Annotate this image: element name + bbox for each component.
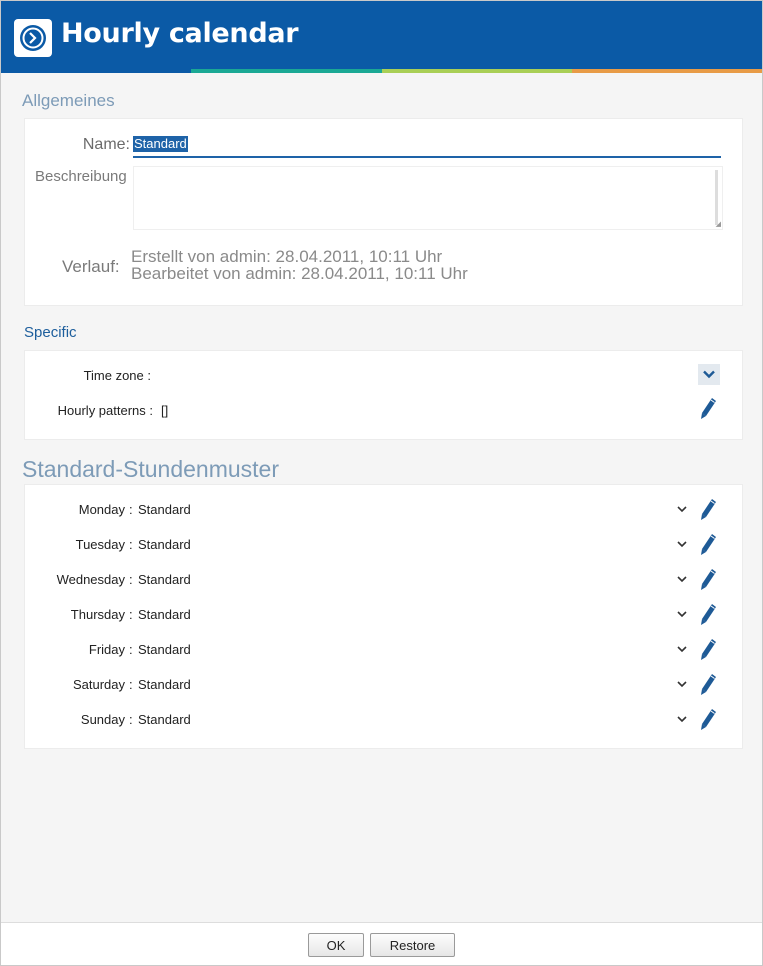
pencil-icon[interactable] [700, 707, 718, 731]
restore-button[interactable]: Restore [370, 933, 455, 957]
day-label: Tuesday [75, 537, 125, 552]
day-pattern-value[interactable]: Standard [138, 502, 191, 517]
day-row-monday: Monday : Standard [25, 492, 742, 527]
day-colon: : [129, 712, 133, 727]
section-title-default-patterns: Standard-Stundenmuster [22, 456, 279, 482]
day-label: Sunday [80, 712, 125, 727]
name-input[interactable]: Standard [133, 134, 721, 158]
dialog-header: Hourly calendar [1, 1, 762, 69]
chevron-down-icon[interactable] [677, 611, 687, 618]
day-pattern-value[interactable]: Standard [138, 642, 191, 657]
clock-icon [14, 19, 52, 57]
day-colon: : [129, 642, 133, 657]
pencil-icon[interactable] [700, 497, 718, 521]
chevron-down-icon[interactable] [677, 506, 687, 513]
time-zone-dropdown[interactable] [698, 364, 720, 385]
description-textarea[interactable]: ◢ [133, 166, 723, 230]
ok-button[interactable]: OK [308, 933, 364, 957]
day-pattern-value[interactable]: Standard [138, 677, 191, 692]
day-colon: : [129, 607, 133, 622]
day-row-friday: Friday : Standard [25, 632, 742, 667]
day-row-saturday: Saturday : Standard [25, 667, 742, 702]
section-title-specific: Specific [24, 324, 77, 341]
pencil-icon[interactable] [700, 637, 718, 661]
dialog-title: Hourly calendar [61, 18, 299, 49]
hourly-calendar-dialog: Hourly calendar Allgemeines Name: Standa… [0, 0, 763, 966]
pencil-icon[interactable] [700, 396, 718, 424]
pencil-icon[interactable] [700, 532, 718, 556]
day-label: Wednesday [56, 572, 125, 587]
day-label: Thursday [70, 607, 125, 622]
chevron-down-icon[interactable] [677, 681, 687, 688]
header-color-strip [1, 69, 762, 73]
day-row-sunday: Sunday : Standard [25, 702, 742, 737]
name-label: Name: [82, 136, 130, 153]
general-panel: Name: Standard Beschreibung ◢ Verlauf: E… [24, 118, 743, 306]
pencil-icon[interactable] [700, 602, 718, 626]
history-label: Verlauf: [62, 257, 120, 276]
day-row-thursday: Thursday : Standard [25, 597, 742, 632]
day-colon: : [129, 502, 133, 517]
day-row-wednesday: Wednesday : Standard [25, 562, 742, 597]
hourly-patterns-value: [] [161, 403, 169, 418]
description-scrollbar[interactable] [715, 170, 718, 225]
section-title-general: Allgemeines [22, 91, 115, 110]
day-label: Saturday [72, 677, 125, 692]
time-zone-label: Time zone : [83, 368, 151, 383]
pencil-icon[interactable] [700, 672, 718, 696]
day-pattern-value[interactable]: Standard [138, 607, 191, 622]
description-label: Beschreibung [35, 168, 127, 185]
day-label: Friday [88, 642, 125, 657]
day-pattern-value[interactable]: Standard [138, 572, 191, 587]
day-colon: : [129, 572, 133, 587]
resize-grip-icon[interactable]: ◢ [716, 221, 721, 228]
day-colon: : [129, 537, 133, 552]
hourly-patterns-label: Hourly patterns : [57, 403, 153, 418]
chevron-down-icon[interactable] [677, 646, 687, 653]
chevron-down-icon [703, 370, 715, 379]
chevron-down-icon[interactable] [677, 576, 687, 583]
day-pattern-value[interactable]: Standard [138, 537, 191, 552]
chevron-down-icon[interactable] [677, 541, 687, 548]
day-row-tuesday: Tuesday : Standard [25, 527, 742, 562]
default-patterns-panel: Monday : Standard Tuesday : Standard Wed… [24, 484, 743, 749]
pencil-icon[interactable] [700, 567, 718, 591]
specific-panel: Time zone : Hourly patterns : [] [24, 350, 743, 440]
day-pattern-value[interactable]: Standard [138, 712, 191, 727]
chevron-down-icon[interactable] [677, 716, 687, 723]
dialog-footer: OK Restore [1, 922, 762, 965]
day-colon: : [129, 677, 133, 692]
name-input-value: Standard [133, 136, 188, 152]
history-modified: Bearbeitet von admin: 28.04.2011, 10:11 … [131, 264, 468, 283]
day-label: Monday [78, 502, 125, 517]
